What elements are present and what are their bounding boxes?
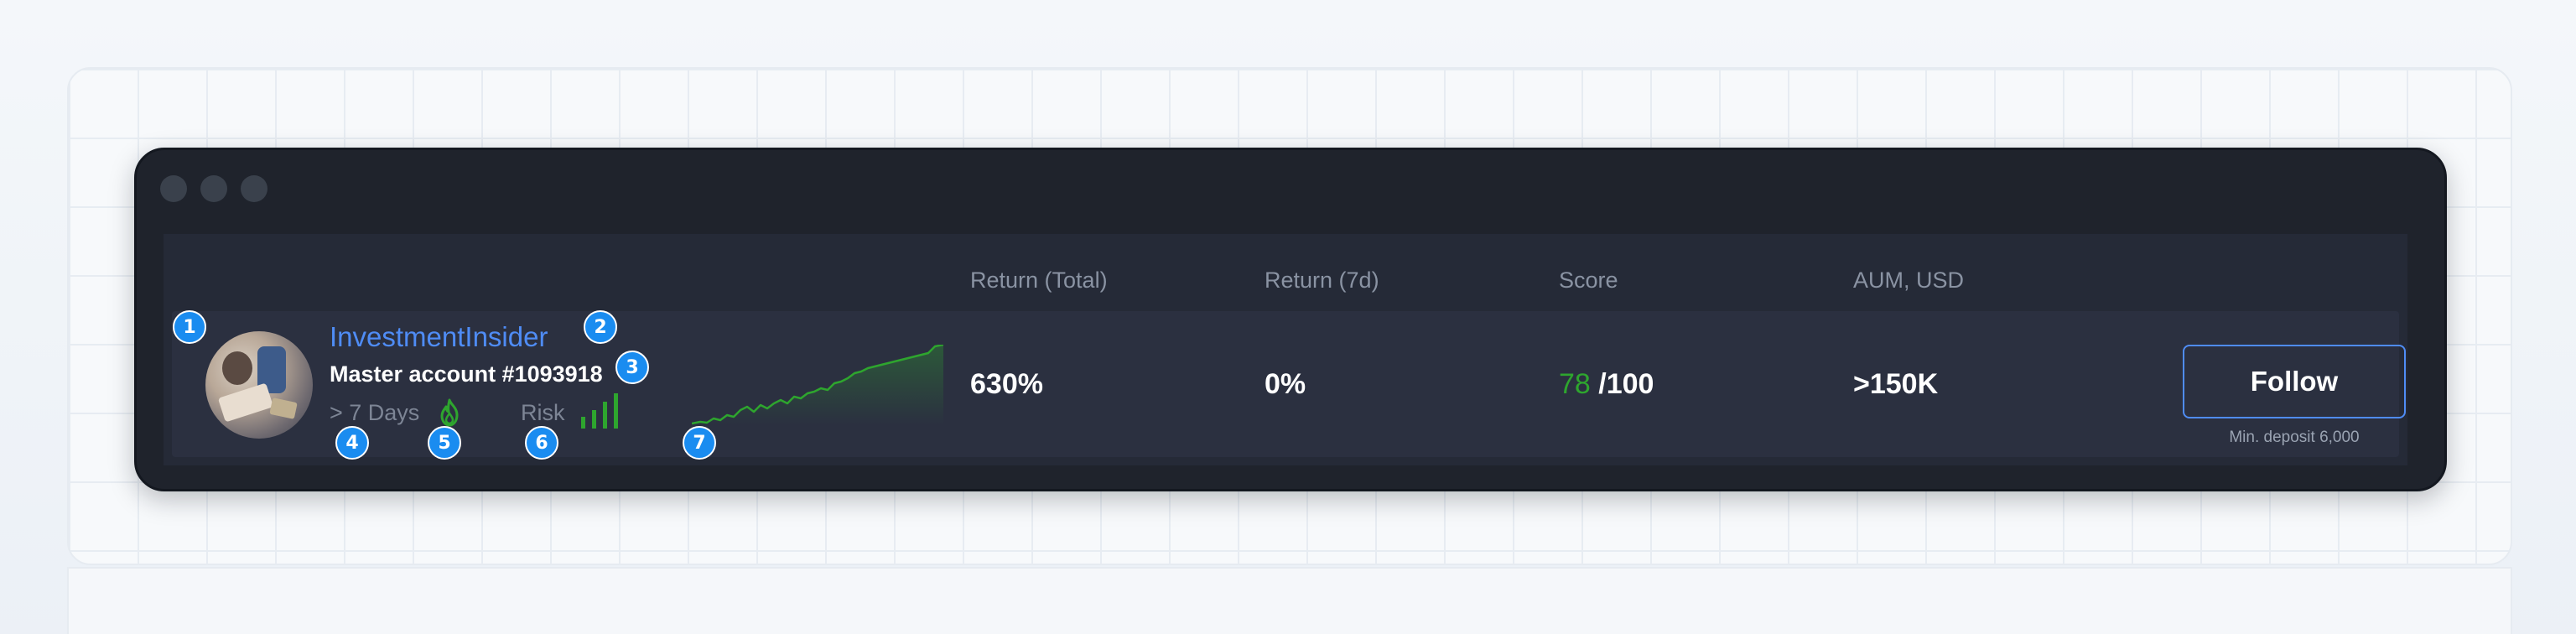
return-total-value: 630% xyxy=(970,368,1043,400)
trader-row[interactable]: InvestmentInsider Master account #109391… xyxy=(172,311,2406,457)
column-header-score: Score xyxy=(1559,268,1618,293)
annotation-marker-5: 5 xyxy=(428,426,461,460)
return-7d-value: 0% xyxy=(1265,368,1306,400)
risk-bar-4 xyxy=(614,393,618,429)
close-window-dot[interactable] xyxy=(160,175,187,202)
aum-value: >150K xyxy=(1853,368,1939,400)
risk-label: Risk xyxy=(521,400,565,425)
trader-avatar[interactable] xyxy=(205,331,313,439)
annotation-marker-2: 2 xyxy=(584,310,617,344)
column-header-aum: AUM, USD xyxy=(1853,268,1965,293)
min-deposit-label: Min. deposit 6,000 xyxy=(2229,429,2360,446)
app-window: Return (Total) Return (7d) Score AUM, US… xyxy=(134,148,2447,491)
follow-button[interactable]: Follow xyxy=(2183,345,2406,418)
annotation-marker-4: 4 xyxy=(335,426,369,460)
risk-bar-3 xyxy=(603,402,607,429)
page: Return (Total) Return (7d) Score AUM, US… xyxy=(0,0,2576,634)
annotation-marker-3: 3 xyxy=(615,351,649,384)
master-account-label: Master account #1093918 xyxy=(330,361,603,387)
annotation-marker-1: 1 xyxy=(173,310,206,344)
risk-bar-1 xyxy=(581,417,585,429)
annotation-marker-7: 7 xyxy=(683,426,716,460)
window-controls xyxy=(160,175,267,202)
risk-bar-2 xyxy=(592,410,596,429)
signal-bars-icon xyxy=(581,393,618,429)
score-number: 78 xyxy=(1559,368,1591,400)
annotation-marker-6: 6 xyxy=(525,426,558,460)
trader-name-link[interactable]: InvestmentInsider xyxy=(330,321,548,353)
column-header-return-7d: Return (7d) xyxy=(1265,268,1379,293)
fire-icon xyxy=(440,398,459,427)
performance-sparkline xyxy=(692,345,943,425)
trader-table: Return (Total) Return (7d) Score AUM, US… xyxy=(164,234,2407,465)
trading-age-label: > 7 Days xyxy=(330,400,420,425)
maximize-window-dot[interactable] xyxy=(241,175,267,202)
minimize-window-dot[interactable] xyxy=(200,175,227,202)
column-header-return-total: Return (Total) xyxy=(970,268,1108,293)
grid-background-panel-lower xyxy=(67,567,2512,634)
score-value: 78 /100 xyxy=(1559,368,1654,401)
score-max: /100 xyxy=(1598,368,1654,400)
